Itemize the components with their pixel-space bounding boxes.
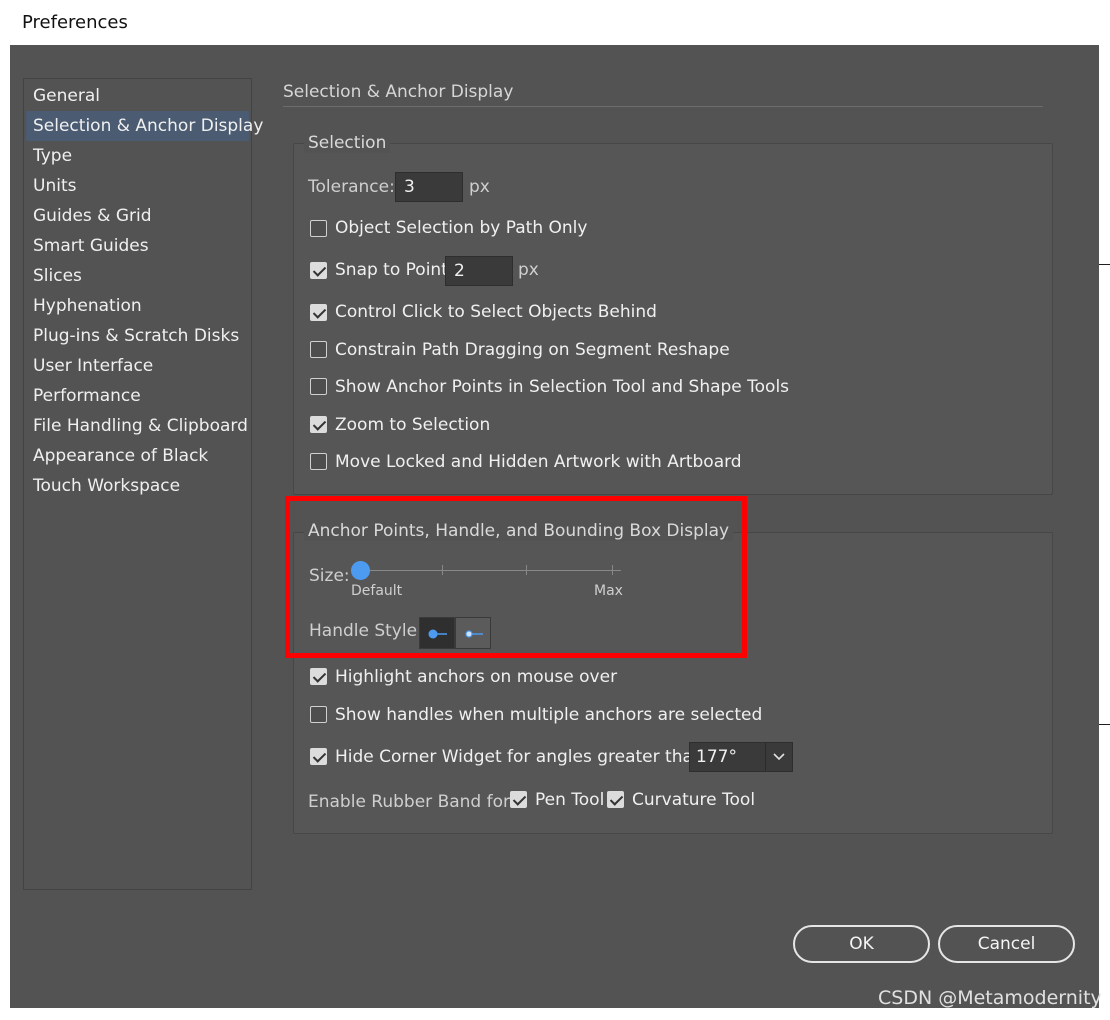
pen-tool-checkbox[interactable] — [510, 791, 527, 808]
corner-angle-value: 177° — [696, 747, 737, 767]
snap-to-point-unit: px — [518, 260, 539, 280]
tolerance-unit: px — [469, 177, 490, 197]
curvature-tool-label: Curvature Tool — [632, 790, 756, 810]
object-selection-by-path-label: Object Selection by Path Only — [335, 218, 588, 238]
move-locked-checkbox[interactable] — [310, 453, 327, 470]
chevron-down-icon — [773, 753, 785, 761]
highlight-anchors-checkbox[interactable] — [310, 668, 327, 685]
category-list: General Selection & Anchor Display Type … — [23, 78, 263, 890]
sidebar-item-general[interactable]: General — [26, 81, 249, 111]
pen-tool-label: Pen Tool — [535, 790, 605, 810]
control-click-checkbox[interactable] — [310, 304, 327, 321]
sidebar-item-appearance-of-black[interactable]: Appearance of Black — [26, 441, 249, 471]
show-anchor-points-checkbox[interactable] — [310, 378, 327, 395]
cancel-button[interactable]: Cancel — [938, 925, 1075, 963]
highlight-anchors-label: Highlight anchors on mouse over — [335, 667, 618, 687]
show-handles-multiple-checkbox[interactable] — [310, 706, 327, 723]
background-line — [1099, 724, 1110, 725]
snap-to-point-label: Snap to Point — [335, 260, 448, 280]
move-locked-label: Move Locked and Hidden Artwork with Artb… — [335, 452, 742, 472]
page-title: Selection & Anchor Display — [283, 82, 514, 102]
sidebar-item-smart-guides[interactable]: Smart Guides — [26, 231, 249, 261]
hide-corner-widget-label: Hide Corner Widget for angles greater th… — [335, 747, 710, 767]
constrain-path-label: Constrain Path Dragging on Segment Resha… — [335, 340, 730, 360]
sidebar-item-user-interface[interactable]: User Interface — [26, 351, 249, 381]
zoom-to-selection-checkbox[interactable] — [310, 416, 327, 433]
sidebar-item-file-handling-clipboard[interactable]: File Handling & Clipboard — [26, 411, 249, 441]
control-click-label: Control Click to Select Objects Behind — [335, 302, 657, 322]
constrain-path-checkbox[interactable] — [310, 341, 327, 358]
object-selection-by-path-checkbox[interactable] — [310, 220, 327, 237]
background-line — [1099, 264, 1110, 265]
curvature-tool-checkbox[interactable] — [607, 791, 624, 808]
show-anchor-points-label: Show Anchor Points in Selection Tool and… — [335, 377, 790, 397]
sidebar-item-hyphenation[interactable]: Hyphenation — [26, 291, 249, 321]
tolerance-input[interactable] — [395, 172, 463, 202]
ok-button[interactable]: OK — [793, 925, 930, 963]
snap-to-point-checkbox[interactable] — [310, 262, 327, 279]
sidebar-item-plugins-scratch-disks[interactable]: Plug-ins & Scratch Disks — [26, 321, 249, 351]
sidebar-item-performance[interactable]: Performance — [26, 381, 249, 411]
select-divider — [765, 743, 766, 771]
annotation-highlight-box — [285, 496, 747, 658]
rubber-band-label: Enable Rubber Band for: — [308, 792, 516, 812]
hide-corner-widget-checkbox[interactable] — [310, 748, 327, 765]
corner-angle-select[interactable]: 177° — [689, 742, 793, 772]
sidebar-item-type[interactable]: Type — [26, 141, 249, 171]
background-strip — [1099, 45, 1110, 1020]
title-divider — [283, 106, 1043, 107]
snap-to-point-input[interactable] — [445, 256, 513, 286]
tolerance-label: Tolerance: — [308, 177, 395, 197]
watermark: CSDN @Metamodernity — [878, 987, 1102, 1009]
show-handles-multiple-label: Show handles when multiple anchors are s… — [335, 705, 763, 725]
sidebar-item-selection-anchor-display[interactable]: Selection & Anchor Display — [26, 111, 263, 141]
dialog-title: Preferences — [10, 0, 1099, 45]
sidebar-item-guides-grid[interactable]: Guides & Grid — [26, 201, 249, 231]
sidebar-item-units[interactable]: Units — [26, 171, 249, 201]
sidebar-item-slices[interactable]: Slices — [26, 261, 249, 291]
zoom-to-selection-label: Zoom to Selection — [335, 415, 491, 435]
sidebar-item-touch-workspace[interactable]: Touch Workspace — [26, 471, 249, 501]
selection-group-label: Selection — [304, 133, 391, 153]
